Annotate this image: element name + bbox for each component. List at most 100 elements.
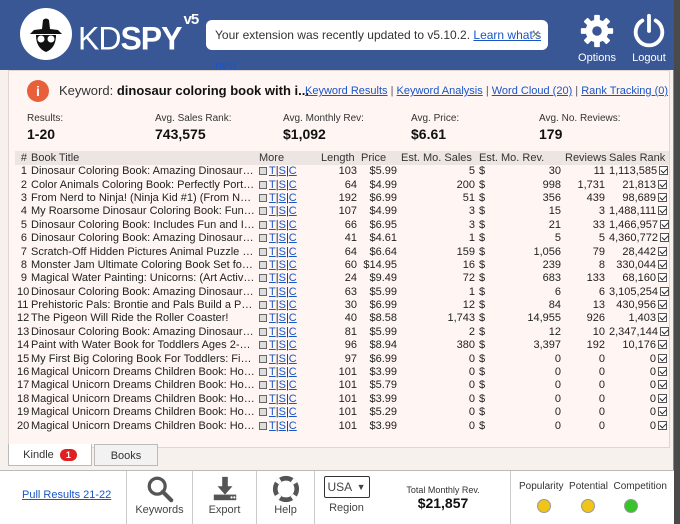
more-link-t[interactable]: T	[269, 232, 276, 244]
table-row[interactable]: 15 My First Big Coloring Book For Toddler…	[15, 352, 669, 365]
more-link-c[interactable]: C	[289, 299, 297, 311]
calendar-icon[interactable]	[259, 207, 267, 216]
more-link-s[interactable]: S	[279, 272, 286, 284]
keyword-analysis-link[interactable]: Keyword Analysis	[397, 85, 483, 97]
table-row[interactable]: 5 Dinosaur Coloring Book: Includes Fun an…	[15, 219, 669, 232]
calendar-icon[interactable]	[259, 247, 267, 256]
more-link-s[interactable]: S	[279, 286, 286, 298]
track-checkbox[interactable]	[658, 367, 667, 377]
word-cloud-link[interactable]: Word Cloud (20)	[492, 85, 573, 97]
track-checkbox[interactable]	[658, 313, 667, 323]
col-header-title[interactable]: Book Title	[29, 151, 257, 165]
options-button[interactable]: Options	[572, 12, 622, 64]
more-link-s[interactable]: S	[279, 326, 286, 338]
track-checkbox[interactable]	[659, 219, 669, 229]
export-button[interactable]: Export	[192, 471, 256, 524]
table-row[interactable]: 2 Color Animals Coloring Book: Perfectly …	[15, 178, 669, 191]
calendar-icon[interactable]	[259, 234, 267, 243]
calendar-icon[interactable]	[259, 314, 267, 323]
table-row[interactable]: 14 Paint with Water Book for Toddlers Age…	[15, 339, 669, 352]
more-link-s[interactable]: S	[279, 420, 286, 432]
calendar-icon[interactable]	[259, 193, 267, 202]
calendar-icon[interactable]	[259, 327, 267, 336]
more-link-t[interactable]: T	[269, 246, 276, 258]
calendar-icon[interactable]	[259, 260, 267, 269]
more-link-s[interactable]: S	[279, 232, 286, 244]
calendar-icon[interactable]	[259, 408, 267, 417]
track-checkbox[interactable]	[658, 353, 667, 363]
table-row[interactable]: 18 Magical Unicorn Dreams Children Book: …	[15, 393, 669, 406]
more-link-s[interactable]: S	[279, 205, 286, 217]
more-link-s[interactable]: S	[279, 406, 286, 418]
col-header-mo-rev[interactable]: Est. Mo. Rev.	[477, 151, 563, 165]
track-checkbox[interactable]	[658, 340, 667, 350]
track-checkbox[interactable]	[658, 380, 667, 390]
calendar-icon[interactable]	[259, 180, 267, 189]
table-row[interactable]: 19 Magical Unicorn Dreams Children Book: …	[15, 406, 669, 419]
more-link-c[interactable]: C	[289, 272, 297, 284]
calendar-icon[interactable]	[259, 381, 267, 390]
table-row[interactable]: 7 Scratch-Off Hidden Pictures Animal Puzz…	[15, 245, 669, 258]
col-header-reviews[interactable]: Reviews	[563, 151, 607, 165]
region-select[interactable]: USA ▼	[323, 476, 370, 498]
more-link-s[interactable]: S	[279, 353, 286, 365]
more-link-c[interactable]: C	[289, 286, 297, 298]
more-link-t[interactable]: T	[269, 259, 276, 271]
logout-button[interactable]: Logout	[624, 12, 674, 64]
more-link-t[interactable]: T	[269, 192, 276, 204]
calendar-icon[interactable]	[259, 167, 267, 176]
tab-kindle[interactable]: Kindle 1	[8, 444, 92, 466]
calendar-icon[interactable]	[259, 301, 267, 310]
table-row[interactable]: 1 Dinosaur Coloring Book: Amazing Dinosau…	[15, 165, 669, 178]
more-link-c[interactable]: C	[289, 393, 297, 405]
more-link-s[interactable]: S	[279, 259, 286, 271]
track-checkbox[interactable]	[658, 393, 667, 403]
more-link-t[interactable]: T	[269, 286, 276, 298]
table-row[interactable]: 13 Dinosaur Coloring Book: Amazing Dinosa…	[15, 326, 669, 339]
more-link-t[interactable]: T	[269, 366, 276, 378]
table-row[interactable]: 8 Monster Jam Ultimate Coloring Book Set …	[15, 259, 669, 272]
more-link-s[interactable]: S	[279, 379, 286, 391]
keyword-results-link[interactable]: Keyword Results	[305, 85, 388, 97]
more-link-c[interactable]: C	[289, 326, 297, 338]
table-row[interactable]: 11 Prehistoric Pals: Brontie and Pals Bui…	[15, 299, 669, 312]
calendar-icon[interactable]	[259, 274, 267, 283]
keywords-button[interactable]: Keywords	[126, 471, 192, 524]
more-link-s[interactable]: S	[279, 339, 286, 351]
more-link-t[interactable]: T	[269, 353, 276, 365]
track-checkbox[interactable]	[659, 166, 669, 176]
more-link-c[interactable]: C	[289, 179, 297, 191]
track-checkbox[interactable]	[658, 420, 667, 430]
more-link-s[interactable]: S	[279, 219, 286, 231]
more-link-t[interactable]: T	[269, 420, 276, 432]
calendar-icon[interactable]	[259, 394, 267, 403]
track-checkbox[interactable]	[659, 286, 669, 296]
more-link-c[interactable]: C	[289, 312, 297, 324]
col-header-num[interactable]: #	[15, 151, 29, 165]
more-link-t[interactable]: T	[269, 326, 276, 338]
track-checkbox[interactable]	[658, 192, 667, 202]
table-row[interactable]: 12 The Pigeon Will Ride the Roller Coaste…	[15, 312, 669, 325]
more-link-c[interactable]: C	[289, 246, 297, 258]
tab-books[interactable]: Books	[94, 444, 158, 466]
more-link-c[interactable]: C	[289, 353, 297, 365]
more-link-c[interactable]: C	[289, 232, 297, 244]
track-checkbox[interactable]	[659, 233, 669, 243]
more-link-s[interactable]: S	[279, 366, 286, 378]
rank-tracking-link[interactable]: Rank Tracking (0)	[581, 85, 668, 97]
table-row[interactable]: 17 Magical Unicorn Dreams Children Book: …	[15, 379, 669, 392]
more-link-t[interactable]: T	[269, 165, 276, 177]
more-link-s[interactable]: S	[279, 179, 286, 191]
more-link-t[interactable]: T	[269, 339, 276, 351]
more-link-t[interactable]: T	[269, 179, 276, 191]
more-link-t[interactable]: T	[269, 312, 276, 324]
more-link-s[interactable]: S	[279, 393, 286, 405]
more-link-t[interactable]: T	[269, 379, 276, 391]
col-header-mo-sales[interactable]: Est. Mo. Sales	[399, 151, 477, 165]
more-link-c[interactable]: C	[289, 406, 297, 418]
calendar-icon[interactable]	[259, 421, 267, 430]
close-icon[interactable]: ×	[531, 20, 540, 50]
table-row[interactable]: 10 Dinosaur Coloring Book: Amazing Dinosa…	[15, 286, 669, 299]
table-row[interactable]: 4 My Roarsome Dinosaur Coloring Book: Fun…	[15, 205, 669, 218]
calendar-icon[interactable]	[259, 368, 267, 377]
